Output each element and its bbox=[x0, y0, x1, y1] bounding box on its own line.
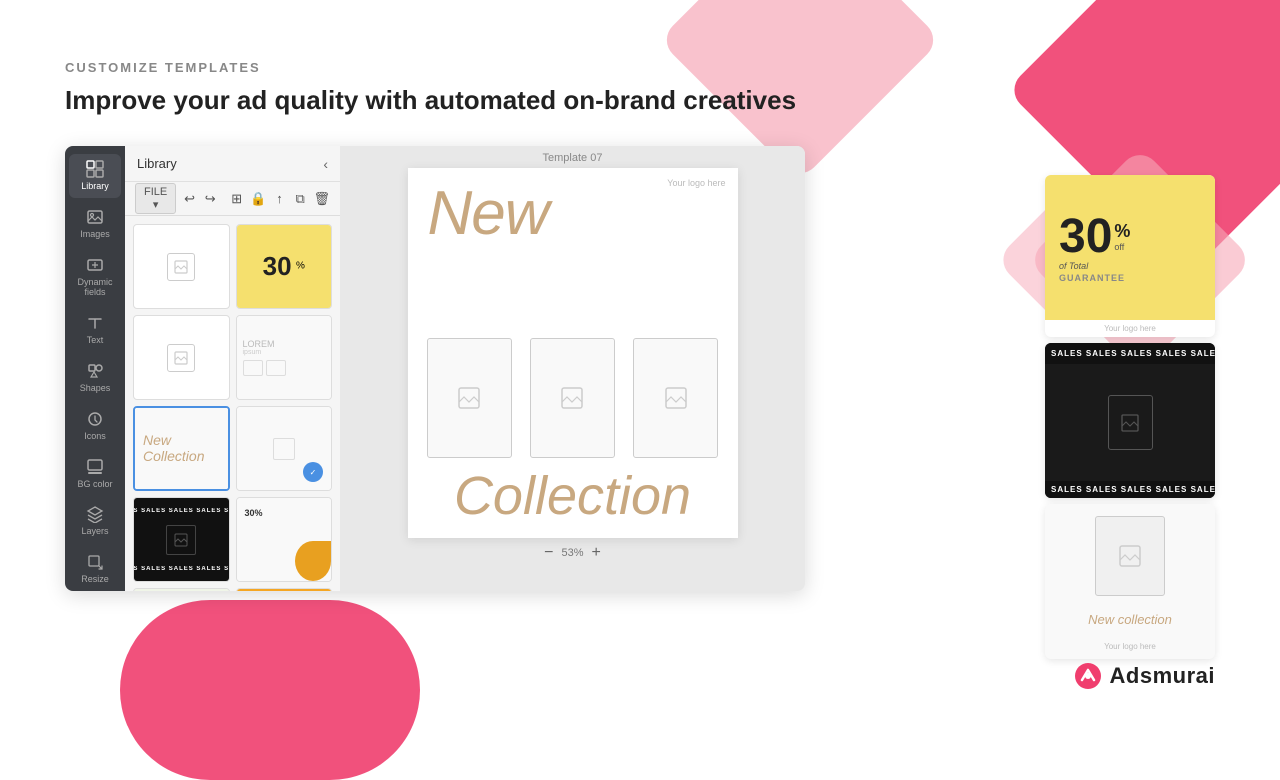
adsmurai-icon bbox=[1074, 662, 1102, 690]
sidebar-item-layers[interactable]: Layers bbox=[69, 499, 121, 543]
images-icon bbox=[86, 208, 104, 226]
canvas-images-row bbox=[408, 338, 738, 458]
shapes-icon bbox=[86, 362, 104, 380]
resize-icon bbox=[86, 553, 104, 571]
library-panel: Library ‹ FILE ▾ ↩ ↪ ⊞ 🔒 ↑ ⧉ 🗑 bbox=[125, 146, 340, 591]
canvas-new-text: New bbox=[428, 183, 549, 245]
delete-icon: 🗑 bbox=[313, 188, 330, 210]
sidebar-label-layers: Layers bbox=[81, 526, 108, 537]
page-title: Improve your ad quality with automated o… bbox=[65, 85, 1215, 116]
thumb-placeholder-3 bbox=[167, 344, 195, 372]
canvas-area: Template 07 Your logo here New Collectio… bbox=[340, 146, 805, 591]
canvas-collection-text: Collection bbox=[423, 469, 723, 523]
file-button[interactable]: FILE ▾ bbox=[135, 183, 176, 214]
sidebar-item-dynamic[interactable]: Dynamic fields bbox=[69, 250, 121, 305]
thumb-sales-text-1: SALES SALES SALES SALES SALES bbox=[134, 508, 229, 514]
export-icon: ↑ bbox=[272, 188, 287, 210]
adsmurai-name: Adsmurai bbox=[1110, 663, 1215, 689]
thumb-placeholder-1 bbox=[167, 253, 195, 281]
sidebar-label-library: Library bbox=[81, 181, 109, 192]
bgcolor-icon bbox=[86, 458, 104, 476]
template-thumb-yellow[interactable]: 30 % bbox=[236, 224, 333, 309]
sidebar-item-resize[interactable]: Resize bbox=[69, 547, 121, 591]
template-thumb-4[interactable]: LOREM ipsum bbox=[236, 315, 333, 400]
library-icon bbox=[86, 160, 104, 178]
zoom-bar: − 53% + bbox=[544, 538, 601, 562]
sidebar-item-shapes[interactable]: Shapes bbox=[69, 356, 121, 400]
template-grid: 30 % LOREM ipsum bbox=[125, 216, 340, 591]
sidebar-label-dynamic: Dynamic fields bbox=[73, 277, 117, 299]
template-thumb-sales1[interactable]: SALES SALES SALES SALES SALES SALES SALE… bbox=[133, 497, 230, 582]
template-label: Template 07 bbox=[543, 146, 603, 168]
sidebar-label-images: Images bbox=[80, 229, 110, 240]
sidebar-label-shapes: Shapes bbox=[80, 383, 111, 394]
align-icon: ⊞ bbox=[229, 188, 244, 210]
panel-toolbar: FILE ▾ ↩ ↪ ⊞ 🔒 ↑ ⧉ 🗑 bbox=[125, 182, 340, 216]
dynamic-icon bbox=[86, 256, 104, 274]
sidebar-item-icons[interactable]: Icons bbox=[69, 404, 121, 448]
page-subtitle: CUSTOMIZE TEMPLATES bbox=[65, 60, 1215, 75]
thumb-new-text: New bbox=[143, 433, 204, 448]
sidebar-label-resize: Resize bbox=[81, 574, 109, 585]
zoom-out-button[interactable]: − bbox=[544, 544, 553, 562]
template-thumb-circle[interactable]: ✓ bbox=[236, 406, 333, 491]
panel-chevron-icon[interactable]: ‹ bbox=[323, 156, 328, 172]
sidebar-item-text[interactable]: Text bbox=[69, 308, 121, 352]
template-thumb-orange[interactable]: 30% bbox=[236, 497, 333, 582]
main-content: CUSTOMIZE TEMPLATES Improve your ad qual… bbox=[0, 0, 1280, 631]
undo-button[interactable]: ↩ bbox=[182, 188, 197, 210]
editor: Library Images bbox=[65, 146, 805, 591]
preview-newcol-logo: Your logo here bbox=[1104, 642, 1156, 651]
duplicate-icon: ⧉ bbox=[293, 188, 308, 210]
canvas[interactable]: Your logo here New Collection bbox=[408, 168, 738, 538]
redo-button[interactable]: ↪ bbox=[203, 188, 218, 210]
sidebar-label-text: Text bbox=[87, 335, 104, 346]
canvas-img-1[interactable] bbox=[427, 338, 512, 458]
text-icon bbox=[86, 314, 104, 332]
canvas-img-3[interactable] bbox=[633, 338, 718, 458]
template-thumb-1[interactable] bbox=[133, 224, 230, 309]
sidebar-label-bgcolor: BG color bbox=[77, 479, 112, 490]
sidebar-item-bgcolor[interactable]: BG color bbox=[69, 452, 121, 496]
thumb-sales-text-2: SALES SALES SALES SALES SALES bbox=[134, 566, 229, 572]
icons-icon bbox=[86, 410, 104, 428]
panel-title: Library bbox=[137, 156, 177, 171]
template-thumb-newcol-yellow[interactable]: new collection new collection new collec… bbox=[236, 588, 333, 591]
thumb-collection-text: Collection bbox=[143, 449, 204, 464]
panel-header: Library ‹ bbox=[125, 146, 340, 182]
sidebar-label-icons: Icons bbox=[84, 431, 106, 442]
adsmurai-logo: Adsmurai bbox=[1074, 662, 1215, 690]
canvas-logo-text: Your logo here bbox=[667, 178, 725, 188]
thumb-discount-sup: % bbox=[296, 261, 305, 272]
tool-sidebar: Library Images bbox=[65, 146, 125, 591]
zoom-in-button[interactable]: + bbox=[592, 544, 601, 562]
sidebar-item-images[interactable]: Images bbox=[69, 202, 121, 246]
lock-icon: 🔒 bbox=[250, 188, 266, 210]
thumb-discount-number: 30 bbox=[263, 251, 292, 281]
template-thumb-newcol[interactable]: New Collection bbox=[133, 406, 230, 491]
layers-icon bbox=[86, 505, 104, 523]
canvas-img-2[interactable] bbox=[530, 338, 615, 458]
template-thumb-tropical[interactable]: Tropical hotel bbox=[133, 588, 230, 591]
sidebar-item-library[interactable]: Library bbox=[69, 154, 121, 198]
zoom-level: 53% bbox=[561, 547, 583, 559]
template-thumb-3[interactable] bbox=[133, 315, 230, 400]
